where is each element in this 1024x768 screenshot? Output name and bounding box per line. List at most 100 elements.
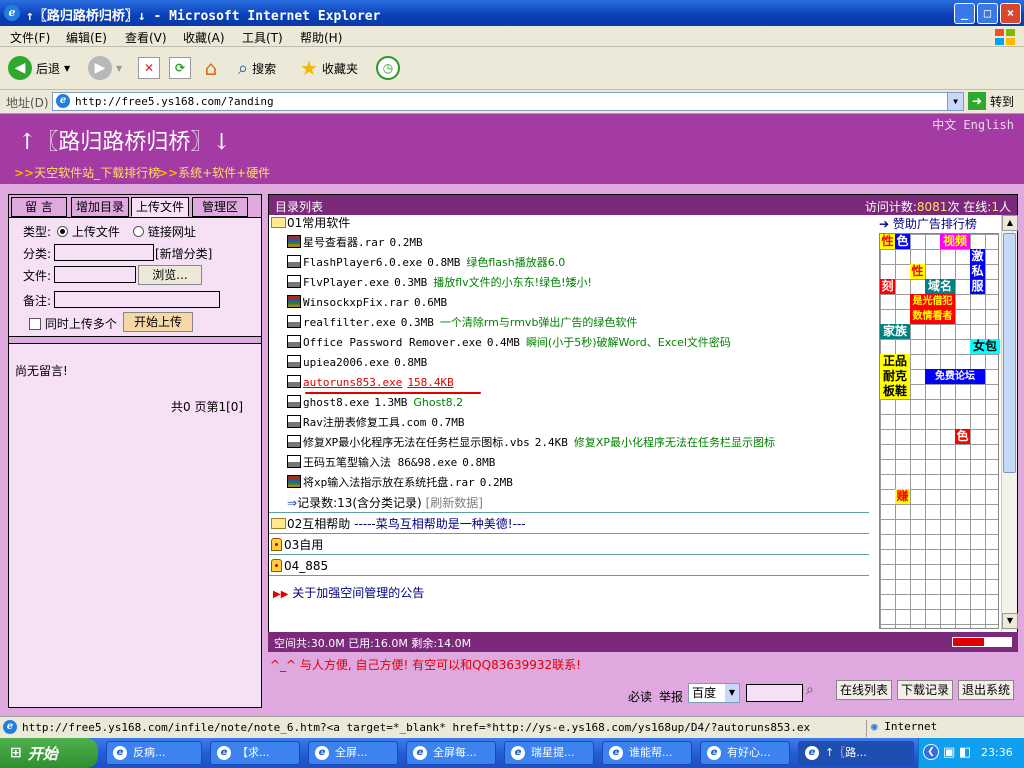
file-row[interactable]: 将xp输入法指示放在系统托盘.rar 0.2MB	[287, 473, 513, 493]
tab-add-directory[interactable]: 增加目录	[71, 197, 129, 217]
refresh-data-link[interactable]: [刷新数据]	[426, 496, 483, 510]
ad-block[interactable]: 性	[910, 264, 925, 279]
file-row[interactable]: FlashPlayer6.0.exe 0.8MB 绿色flash播放器6.0	[287, 253, 565, 273]
file-name[interactable]: 将xp输入法指示放在系统托盘.rar	[303, 476, 475, 489]
taskbar-button[interactable]: 反病...	[106, 741, 202, 765]
scroll-down-icon[interactable]: ▼	[1002, 613, 1018, 629]
file-row[interactable]: upiea2006.exe 0.8MB	[287, 353, 427, 373]
file-row[interactable]: realfilter.exe 0.3MB 一个清除rm与rmvb弹出广告的绿色软件	[287, 313, 637, 333]
online-list-button[interactable]: 在线列表	[836, 680, 892, 700]
back-button[interactable]: ◀ 后退 ▼	[8, 55, 70, 81]
folder-885[interactable]: 04_885	[271, 556, 328, 576]
ad-block[interactable]: 服	[970, 279, 985, 294]
tab-upload-file[interactable]: 上传文件	[131, 197, 189, 217]
vertical-scrollbar[interactable]: ▲ ▼	[1001, 215, 1018, 631]
ad-ranking-title[interactable]: ➔ 赞助广告排行榜	[879, 215, 977, 232]
menu-view[interactable]: 查看(V)	[125, 29, 167, 46]
title-bar[interactable]: e ↑〖路归路桥归桥〗↓ - Microsoft Internet Explor…	[0, 0, 1024, 26]
file-name[interactable]: 星号查看器.rar	[303, 236, 385, 249]
scroll-thumb[interactable]	[1003, 233, 1016, 473]
file-row[interactable]: Office Password Remover.exe 0.4MB 瞬间(小于5秒)…	[287, 333, 731, 353]
file-name[interactable]: upiea2006.exe	[303, 356, 389, 369]
menu-favorites[interactable]: 收藏(A)	[183, 29, 225, 46]
file-row[interactable]: ghost8.exe 1.3MB Ghost8.2	[287, 393, 463, 413]
folder-common-software[interactable]: 01常用软件	[271, 215, 350, 233]
taskbar-button[interactable]: 全屏...	[308, 741, 398, 765]
nav-link-system-software[interactable]: >>系统+软件+硬件	[158, 164, 270, 181]
file-path-input[interactable]	[54, 266, 136, 283]
file-name[interactable]: FlvPlayer.exe	[303, 276, 389, 289]
clock[interactable]: 23:36	[981, 746, 1013, 759]
search-input[interactable]	[746, 684, 803, 702]
close-button[interactable]: ×	[1000, 3, 1021, 24]
taskbar-button[interactable]: 全屏每...	[406, 741, 496, 765]
forward-button[interactable]: ▶ ▼	[88, 55, 122, 81]
browse-button[interactable]: 浏览...	[138, 265, 202, 285]
language-switch[interactable]: 中文 English	[932, 116, 1014, 133]
address-dropdown-icon[interactable]: ▼	[947, 93, 963, 110]
tab-message[interactable]: 留 言	[11, 197, 67, 217]
file-name[interactable]: 王码五笔型输入法 86&98.exe	[303, 456, 457, 469]
start-button[interactable]: ⊞ 开始	[0, 738, 98, 768]
file-row[interactable]: 王码五笔型输入法 86&98.exe 0.8MB	[287, 453, 495, 473]
file-name[interactable]: realfilter.exe	[303, 316, 396, 329]
notice-link[interactable]: ▶▶ 关于加强空间管理的公告	[273, 583, 424, 603]
file-row[interactable]: 修复XP最小化程序无法在任务栏显示图标.vbs 2.4KB 修复XP最小化程序无法在…	[287, 433, 775, 453]
note-input[interactable]	[54, 291, 220, 308]
ad-block[interactable]: 私	[970, 264, 985, 279]
taskbar-button[interactable]: 谁能帮...	[602, 741, 692, 765]
ad-block[interactable]: 正品	[880, 354, 910, 369]
ad-block[interactable]: 色	[955, 429, 970, 444]
ad-block[interactable]: 赚	[895, 489, 910, 504]
file-name[interactable]: Office Password Remover.exe	[303, 336, 482, 349]
download-log-button[interactable]: 下载记录	[897, 680, 953, 700]
minimize-button[interactable]: _	[954, 3, 975, 24]
ad-block[interactable]: 耐克	[880, 369, 910, 384]
new-category-link[interactable]: [新增分类]	[155, 245, 212, 262]
file-name[interactable]: 修复XP最小化程序无法在任务栏显示图标.vbs	[303, 436, 530, 449]
favorites-button[interactable]: ★ 收藏夹	[300, 55, 358, 81]
file-row[interactable]: FlvPlayer.exe 0.3MB 播放flv文件的小东东!绿色!矮小!	[287, 273, 592, 293]
folder-mutual-help[interactable]: 02互相帮助 -----菜鸟互相帮助是一种美德!---	[271, 514, 526, 534]
ad-block[interactable]: 免费论坛	[925, 369, 985, 384]
radio-upload-file[interactable]: 上传文件	[57, 223, 120, 240]
menu-tools[interactable]: 工具(T)	[242, 29, 283, 46]
ad-block[interactable]: 数情看者	[910, 309, 955, 324]
ad-block[interactable]: 家族	[880, 324, 910, 339]
search-engine-select[interactable]: 百度 ▼	[688, 683, 740, 703]
refresh-button[interactable]: ⟳	[169, 55, 191, 81]
exit-system-button[interactable]: 退出系统	[958, 680, 1014, 700]
network-icon[interactable]: ▣	[943, 745, 955, 760]
go-button[interactable]: ➜ 转到	[968, 92, 1014, 110]
radio-link-url[interactable]: 链接网址	[133, 223, 196, 240]
menu-file[interactable]: 文件(F)	[10, 29, 50, 46]
file-row[interactable]: autoruns853.exe 158.4KB	[287, 373, 454, 393]
report-link[interactable]: 举报	[659, 688, 683, 705]
ad-block[interactable]: 视频	[940, 234, 970, 249]
ad-block[interactable]: 性	[880, 234, 895, 249]
history-button[interactable]: ◷	[376, 55, 400, 81]
must-read-link[interactable]: 必读	[628, 688, 652, 705]
menu-edit[interactable]: 编辑(E)	[66, 29, 107, 46]
maximize-button[interactable]: □	[977, 3, 998, 24]
taskbar-button[interactable]: 【求...	[210, 741, 300, 765]
taskbar-button[interactable]: 瑞星提...	[504, 741, 594, 765]
category-input[interactable]	[54, 244, 154, 261]
nav-link-download-rank[interactable]: >>天空软件站_下载排行榜	[14, 164, 160, 181]
file-name[interactable]: ghost8.exe	[303, 396, 369, 409]
file-row[interactable]: Rav注册表修复工具.com 0.7MB	[287, 413, 464, 433]
folder-personal[interactable]: 03自用	[271, 535, 323, 555]
multi-upload-checkbox[interactable]: 同时上传多个	[29, 315, 117, 332]
menu-help[interactable]: 帮助(H)	[300, 29, 342, 46]
ad-block[interactable]: 色	[895, 234, 910, 249]
ad-block[interactable]: 板鞋	[880, 384, 910, 399]
ad-block[interactable]: 女包	[970, 339, 1000, 354]
file-name[interactable]: WinsockxpFix.rar	[303, 296, 409, 309]
tab-admin[interactable]: 管理区	[192, 197, 248, 217]
address-input[interactable]: e http://free5.ys168.com/?anding ▼	[52, 92, 964, 111]
tray-expand-icon[interactable]: ❮	[923, 744, 939, 760]
file-name[interactable]: autoruns853.exe	[303, 376, 402, 389]
scroll-up-icon[interactable]: ▲	[1002, 215, 1018, 231]
home-button[interactable]: ⌂	[199, 55, 223, 81]
volume-icon[interactable]: ◧	[959, 745, 971, 760]
